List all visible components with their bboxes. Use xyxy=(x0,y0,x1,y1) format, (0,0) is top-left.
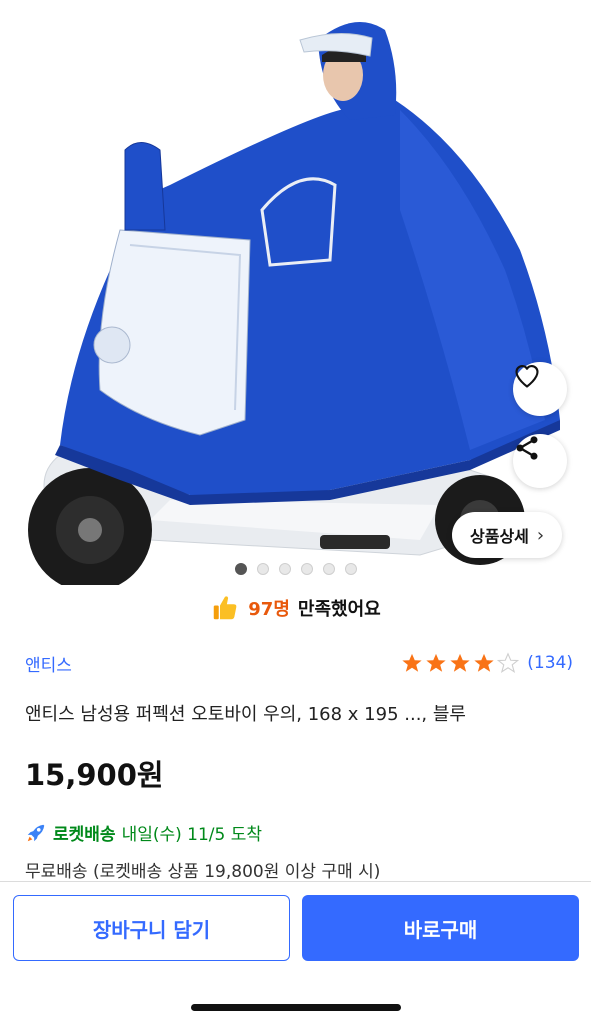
thumbs-up-icon xyxy=(214,596,237,620)
chevron-right-icon: › xyxy=(536,524,545,546)
delivery-info: 로켓배송 내일(수) 11/5 도착 xyxy=(25,820,262,845)
gallery-dot[interactable] xyxy=(278,563,291,575)
gallery-dot[interactable] xyxy=(344,563,357,575)
gallery-pagination xyxy=(0,563,591,575)
satisfaction-banner: 97명 만족했어요 xyxy=(0,588,591,628)
home-indicator[interactable] xyxy=(191,1004,401,1011)
share-button[interactable] xyxy=(513,434,567,488)
wishlist-button[interactable] xyxy=(513,362,567,416)
brand-rating-row: 앤티스 (134) xyxy=(25,648,573,678)
rating[interactable]: (134) xyxy=(401,652,573,674)
share-icon xyxy=(516,436,538,460)
brand-link[interactable]: 앤티스 xyxy=(25,651,72,676)
satisfaction-text: 만족했어요 xyxy=(297,599,381,620)
divider xyxy=(0,881,591,882)
product-title: 앤티스 남성용 퍼펙션 오토바이 우의, 168 x 195 ..., 블루 xyxy=(25,704,466,725)
add-to-cart-button[interactable]: 장바구니 담기 xyxy=(13,895,290,961)
raincoat-scooter-illustration xyxy=(28,22,560,585)
gallery-dot[interactable] xyxy=(256,563,269,575)
product-detail-label: 상품상세 xyxy=(470,527,529,546)
rocket-icon xyxy=(27,824,45,841)
satisfaction-count: 97명 xyxy=(248,599,290,620)
product-image[interactable]: 상품상세 › xyxy=(0,0,591,585)
gallery-dot[interactable] xyxy=(300,563,313,575)
product-price: 15,900원 xyxy=(25,758,164,792)
star-filled-icon xyxy=(474,653,494,672)
gallery-dot[interactable] xyxy=(234,563,247,575)
star-filled-icon xyxy=(402,653,422,672)
product-detail-button[interactable]: 상품상세 › xyxy=(452,512,563,558)
review-count[interactable]: (134) xyxy=(527,653,573,673)
rocket-delivery-badge: 로켓배송 xyxy=(53,825,116,845)
star-empty-icon xyxy=(497,652,520,673)
star-filled-icon xyxy=(426,653,446,672)
delivery-date: 내일(수) 11/5 도착 xyxy=(121,825,263,845)
gallery-dot[interactable] xyxy=(322,563,335,575)
buy-now-button[interactable]: 바로구매 xyxy=(302,895,579,961)
shipping-info: 무료배송 (로켓배송 상품 19,800원 이상 구매 시) xyxy=(25,862,381,882)
heart-icon xyxy=(515,365,539,388)
star-filled-icon xyxy=(450,653,470,672)
